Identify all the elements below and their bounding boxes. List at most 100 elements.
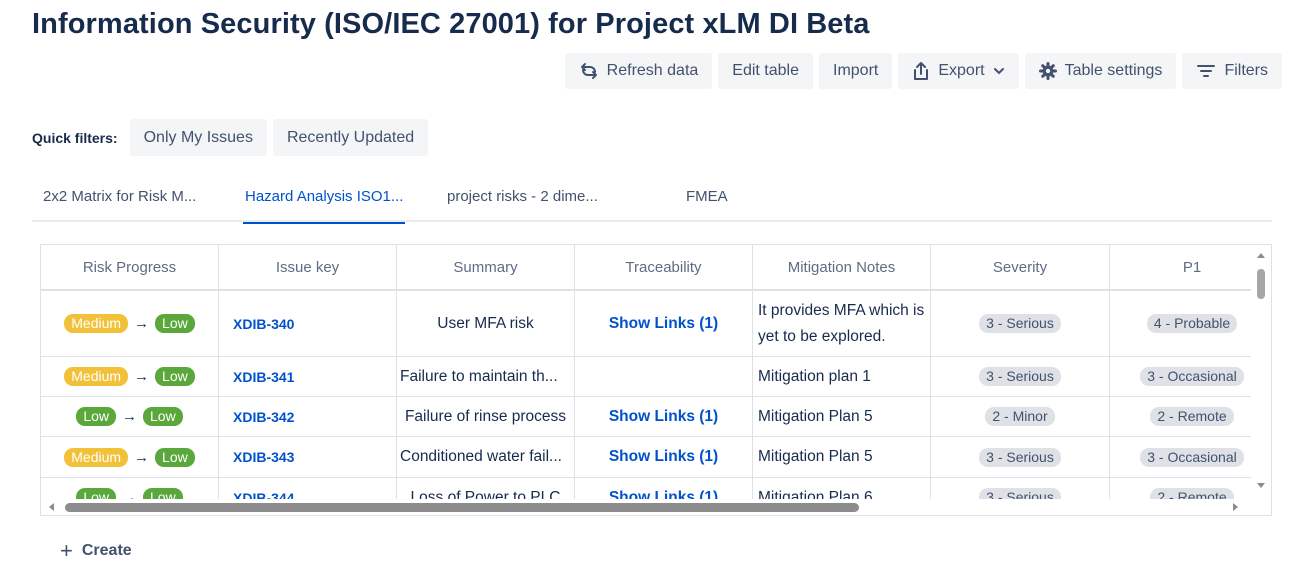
mitigation-notes-cell[interactable]: Mitigation Plan 5	[753, 437, 931, 477]
p1-cell: 3 - Occasional	[1110, 437, 1271, 477]
summary-cell[interactable]: Conditioned water fail...	[397, 437, 575, 477]
table-row[interactable]: Medium → Low XDIB-340 User MFA risk Show…	[41, 291, 1253, 357]
risk-to-lozenge: Low	[155, 447, 195, 467]
table-row[interactable]: Medium → Low XDIB-343 Conditioned water …	[41, 437, 1253, 478]
quick-filters: Quick filters: Only My Issues Recently U…	[32, 119, 429, 156]
refresh-data-button[interactable]: Refresh data	[564, 53, 713, 89]
table-header: Risk Progress Issue key Summary Traceabi…	[41, 245, 1253, 291]
vertical-scrollbar[interactable]	[1251, 245, 1271, 515]
column-header-summary[interactable]: Summary	[397, 245, 575, 289]
tab-fmea[interactable]: FMEA	[686, 179, 728, 222]
issue-key-cell: XDIB-343	[219, 437, 397, 477]
import-label: Import	[833, 62, 879, 79]
import-button[interactable]: Import	[819, 53, 893, 89]
table-settings-label: Table settings	[1064, 62, 1163, 79]
arrow-icon: →	[134, 448, 150, 466]
column-header-p1[interactable]: P1	[1110, 245, 1271, 289]
issue-key-cell: XDIB-341	[219, 357, 397, 396]
create-label: Create	[81, 542, 132, 559]
filter-icon	[1196, 63, 1216, 79]
p1-cell: 4 - Probable	[1110, 291, 1271, 356]
mitigation-notes-cell[interactable]: Mitigation Plan 5	[753, 397, 931, 436]
recently-updated-button[interactable]: Recently Updated	[272, 119, 429, 156]
risk-to-lozenge: Low	[155, 314, 195, 333]
export-icon	[912, 61, 930, 81]
column-header-issue-key[interactable]: Issue key	[219, 245, 397, 289]
view-tabs: 2x2 Matrix for Risk M... Hazard Analysis…	[32, 179, 1272, 224]
edit-table-button[interactable]: Edit table	[718, 53, 813, 89]
risk-from-lozenge: Low	[76, 407, 116, 426]
severity-cell: 3 - Serious	[931, 437, 1110, 477]
column-header-risk-progress[interactable]: Risk Progress	[41, 245, 219, 289]
table-row[interactable]: Medium → Low XDIB-341 Failure to maintai…	[41, 357, 1253, 397]
gear-icon	[1038, 62, 1057, 80]
column-header-severity[interactable]: Severity	[931, 245, 1110, 289]
column-header-mitigation-notes[interactable]: Mitigation Notes	[753, 245, 931, 289]
chevron-down-icon	[993, 65, 1005, 77]
filters-label: Filters	[1224, 62, 1268, 79]
traceability-cell: Show Links (1)	[575, 397, 753, 436]
horizontal-scroll-thumb[interactable]	[65, 503, 859, 512]
p1-pill[interactable]: 3 - Occasional	[1140, 447, 1244, 467]
scroll-right-icon[interactable]	[1233, 503, 1238, 511]
create-button[interactable]: + Create	[60, 538, 132, 563]
severity-pill[interactable]: 2 - Minor	[985, 407, 1055, 426]
issue-key-link[interactable]: XDIB-340	[233, 316, 294, 332]
p1-cell: 2 - Remote	[1110, 397, 1271, 436]
column-header-traceability[interactable]: Traceability	[575, 245, 753, 289]
show-links-link[interactable]: Show Links (1)	[609, 315, 718, 333]
scroll-down-icon[interactable]	[1257, 483, 1265, 488]
mitigation-notes-cell[interactable]: Mitigation plan 1	[753, 357, 931, 396]
only-my-issues-button[interactable]: Only My Issues	[129, 119, 267, 156]
page-title: Information Security (ISO/IEC 27001) for…	[32, 8, 870, 40]
issue-key-link[interactable]: XDIB-341	[233, 369, 294, 385]
arrow-icon: →	[134, 315, 150, 332]
risk-to-lozenge: Low	[143, 407, 183, 426]
summary-cell[interactable]: Failure of rinse process	[397, 397, 575, 436]
summary-cell[interactable]: User MFA risk	[397, 291, 575, 356]
scroll-left-icon[interactable]	[49, 503, 54, 511]
table-row[interactable]: Low → Low XDIB-342 Failure of rinse proc…	[41, 397, 1253, 437]
p1-pill[interactable]: 3 - Occasional	[1140, 367, 1244, 386]
table-settings-button[interactable]: Table settings	[1024, 53, 1177, 89]
risk-from-lozenge: Medium	[64, 314, 129, 333]
tab-project-risks[interactable]: project risks - 2 dime...	[447, 179, 598, 222]
issue-key-link[interactable]: XDIB-342	[233, 409, 294, 425]
issue-key-link[interactable]: XDIB-343	[233, 449, 294, 465]
plus-icon: +	[60, 538, 73, 563]
p1-pill[interactable]: 2 - Remote	[1150, 407, 1234, 426]
show-links-link[interactable]: Show Links (1)	[609, 448, 718, 466]
issues-table: Risk Progress Issue key Summary Traceabi…	[40, 244, 1272, 516]
scroll-up-icon[interactable]	[1257, 253, 1265, 258]
risk-from-lozenge: Medium	[64, 447, 129, 467]
severity-pill[interactable]: 3 - Serious	[979, 314, 1061, 333]
p1-cell: 3 - Occasional	[1110, 357, 1271, 396]
risk-progress-cell: Medium → Low	[41, 291, 219, 356]
export-button[interactable]: Export	[898, 53, 1019, 89]
risk-to-lozenge: Low	[155, 367, 195, 386]
severity-pill[interactable]: 3 - Serious	[979, 367, 1061, 386]
show-links-link[interactable]: Show Links (1)	[609, 408, 718, 426]
traceability-cell: Show Links (1)	[575, 291, 753, 356]
export-label: Export	[938, 62, 985, 79]
p1-pill[interactable]: 4 - Probable	[1146, 314, 1238, 333]
filters-button[interactable]: Filters	[1182, 53, 1282, 89]
severity-cell: 2 - Minor	[931, 397, 1110, 436]
risk-progress-cell: Medium → Low	[41, 357, 219, 396]
tab-2x2-matrix[interactable]: 2x2 Matrix for Risk M...	[43, 179, 196, 222]
traceability-cell: Show Links (1)	[575, 437, 753, 477]
arrow-icon: →	[122, 408, 137, 425]
arrow-icon: →	[134, 368, 150, 385]
edit-table-label: Edit table	[732, 62, 799, 79]
tab-hazard-analysis[interactable]: Hazard Analysis ISO1...	[242, 179, 406, 224]
issue-key-cell: XDIB-342	[219, 397, 397, 436]
risk-progress-cell: Low → Low	[41, 397, 219, 436]
toolbar: Refresh data Edit table Import Export Ta…	[564, 53, 1282, 89]
quick-filters-label: Quick filters:	[32, 129, 118, 146]
mitigation-notes-cell[interactable]: It provides MFA which is yet to be explo…	[753, 291, 931, 356]
vertical-scroll-thumb[interactable]	[1257, 269, 1265, 299]
traceability-cell	[575, 357, 753, 396]
horizontal-scrollbar[interactable]	[41, 499, 1253, 515]
severity-pill[interactable]: 3 - Serious	[979, 447, 1061, 467]
summary-cell[interactable]: Failure to maintain th...	[397, 357, 575, 396]
